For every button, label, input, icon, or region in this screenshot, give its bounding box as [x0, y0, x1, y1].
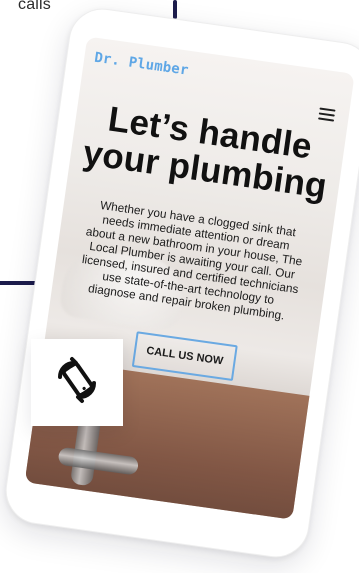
brand-logo-text[interactable]: Dr. Plumber — [93, 50, 189, 79]
call-us-now-label: CALL US NOW — [145, 344, 224, 368]
hamburger-line — [319, 107, 336, 112]
hamburger-line — [318, 117, 335, 122]
screen-rotation-icon — [48, 351, 106, 414]
hamburger-menu-icon[interactable] — [318, 107, 336, 122]
canvas: calls Dr. Plumber Let’s handle your plum… — [0, 0, 359, 573]
decorative-line-top — [173, 0, 177, 19]
hamburger-line — [318, 112, 335, 117]
hero-title: Let’s handle your plumbing — [69, 96, 347, 207]
rotation-card — [31, 339, 123, 426]
phone-mockup: Dr. Plumber Let’s handle your plumbing W… — [1, 4, 359, 562]
top-snippet-text: calls — [18, 0, 52, 13]
